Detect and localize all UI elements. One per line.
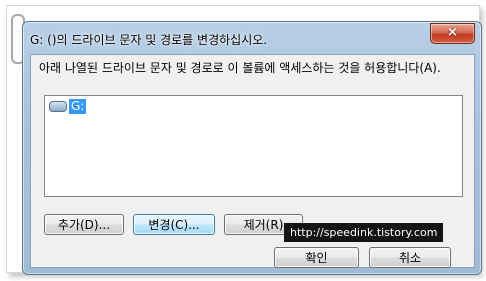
- list-item-label: G:: [69, 98, 87, 114]
- list-item[interactable]: G:: [49, 98, 87, 114]
- drive-icon: [49, 100, 67, 112]
- drive-path-list[interactable]: G:: [44, 95, 463, 197]
- title-bar[interactable]: G: ()의 드라이브 문자 및 경로를 변경하십시오. ×: [23, 22, 481, 53]
- ok-button[interactable]: 확인: [274, 247, 359, 268]
- add-button[interactable]: 추가(D)...: [44, 214, 124, 235]
- watermark-url: http://speedink.tistory.com: [284, 223, 444, 242]
- close-button[interactable]: ×: [430, 23, 475, 44]
- cancel-button[interactable]: 취소: [369, 247, 451, 268]
- close-icon: ×: [447, 25, 458, 40]
- instruction-text: 아래 나열된 드라이브 문자 및 경로로 이 볼륨에 액세스하는 것을 허용합니…: [39, 61, 441, 75]
- change-button[interactable]: 변경(C)...: [133, 214, 215, 235]
- dialog-title: G: ()의 드라이브 문자 및 경로를 변경하십시오.: [30, 33, 268, 47]
